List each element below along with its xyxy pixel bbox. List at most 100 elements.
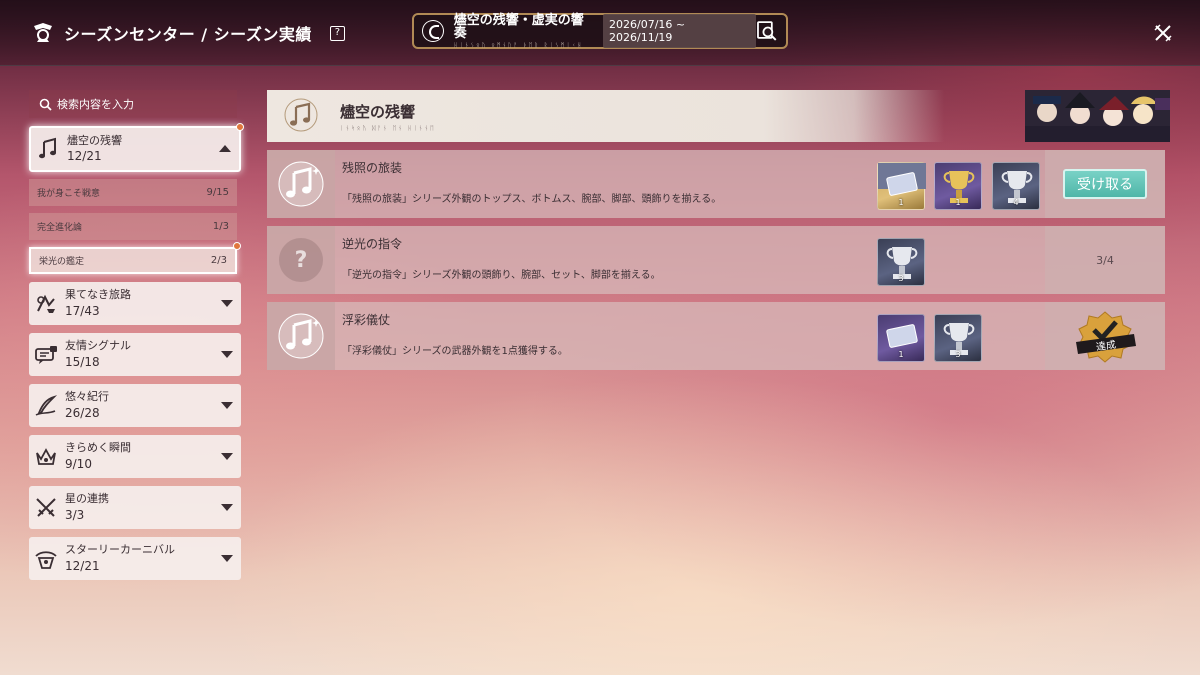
season-info-box[interactable]: 燼空の残響・虚実の響奏 ᚺᛁᚾᛊᛟᚢ ᛟᛗᚾᚢᚨ ᚦᛖᚱ ᚱᛁᛊᛗᛁᚲᚺ 202… <box>412 13 788 49</box>
music-note-icon <box>278 313 324 359</box>
crossed-swords-icon <box>36 497 56 517</box>
notification-badge <box>233 242 241 250</box>
season-subtitle: ᚺᛁᚾᛊᛟᚢ ᛟᛗᚾᚢᚨ ᚦᛖᚱ ᚱᛁᛊᛗᛁᚲᚺ <box>453 41 584 49</box>
chevron-down-icon <box>221 300 233 307</box>
achievement-row-2: ? 逆光の指令 「逆光の指令」シリーズ外観の頭飾り、腕部、セット、脚部を揃える。… <box>267 226 1165 294</box>
notification-badge <box>236 123 244 131</box>
achievement-icon-frame <box>267 150 335 218</box>
category-sidebar: 検索内容を入力 燼空の残響 12/21 我が身こそ戦意 9/15 完全進化論 1… <box>29 90 244 580</box>
banner-title: 燼空の残響 <box>340 103 416 121</box>
achievement-name: 残照の旅装 <box>342 161 403 175</box>
achievement-icon-frame: ? <box>267 226 335 294</box>
reward-quantity: 1 <box>898 350 904 359</box>
category-count: 12/21 <box>67 149 102 164</box>
achievement-progress: 3/4 <box>1096 253 1114 267</box>
search-placeholder: 検索内容を入力 <box>57 98 134 111</box>
sidebar-item-category-7[interactable]: スターリーカーニバル 12/21 <box>29 537 241 580</box>
achievement-icon-frame <box>267 302 335 370</box>
chevron-down-icon <box>221 504 233 511</box>
sidebar-item-category-2[interactable]: 果てなき旅路 17/43 <box>29 282 241 325</box>
achievement-name: 逆光の指令 <box>342 237 403 251</box>
achievement-row-1: 残照の旅装 「残照の旅装」シリーズ外観のトップス、ボトムス、腕部、脚部、頭飾りを… <box>267 150 1165 218</box>
season-name: 燼空の残響・虚実の響奏 <box>453 12 584 41</box>
sidebar-item-category-1[interactable]: 燼空の残響 12/21 <box>29 123 244 172</box>
help-button[interactable]: ? <box>329 25 345 41</box>
category-name: 果てなき旅路 <box>65 288 131 302</box>
character-group-art <box>1025 90 1170 142</box>
category-name: 悠々紀行 <box>65 390 109 404</box>
page-title: シーズンセンター / シーズン実績 <box>64 25 312 44</box>
category-name: 星の連携 <box>65 492 109 506</box>
sub-item-count: 1/3 <box>212 221 229 232</box>
music-note-icon <box>278 161 324 207</box>
category-name: 友情シグナル <box>65 339 131 353</box>
header-title-group: シーズンセンター / シーズン実績 ? <box>30 20 345 46</box>
reward-trophy-silver[interactable]: 4 <box>992 162 1040 210</box>
chevron-up-icon <box>219 145 231 152</box>
reward-ticket[interactable]: 1 <box>877 162 926 210</box>
quill-icon <box>35 394 58 416</box>
category-count: 3/3 <box>65 507 85 522</box>
achievement-desc: 「残照の旅装」シリーズ外観のトップス、ボトムス、腕部、脚部、頭飾りを揃える。 <box>342 194 722 205</box>
sidebar-item-category-3[interactable]: 友情シグナル 15/18 <box>29 333 241 376</box>
category-name: スターリーカーニバル <box>65 543 175 557</box>
chevron-down-icon <box>221 351 233 358</box>
top-bar: シーズンセンター / シーズン実績 ? 燼空の残響・虚実の響奏 ᚺᛁᚾᛊᛟᚢ ᛟ… <box>0 0 1200 66</box>
achievement-desc: 「浮彩儀仗」シリーズの武器外観を1点獲得する。 <box>342 346 568 357</box>
chevron-down-icon <box>221 402 233 409</box>
sub-item-count: 9/15 <box>206 187 229 198</box>
season-emblem-icon <box>422 20 444 42</box>
reward-trophy-silver[interactable]: 3 <box>934 314 982 362</box>
category-banner: 燼空の残響 ᛁᚾᛋᛟᚢ ᛞᚨᚾ ᛖᚾ ᚺᛁᚾᚾᛖ <box>267 90 1170 142</box>
reward-quantity: 1 <box>898 198 904 207</box>
claim-button[interactable]: 受け取る <box>1063 169 1147 199</box>
crown-icon <box>36 447 56 465</box>
sub-item-name: 栄光の鑑定 <box>39 257 85 267</box>
sub-item-3[interactable]: 栄光の鑑定 2/3 <box>29 242 241 274</box>
sub-item-name: 完全進化論 <box>37 223 83 233</box>
achievement-status-panel: 3/4 <box>1045 226 1165 294</box>
chevron-down-icon <box>221 453 233 460</box>
completed-stamp-icon: 達成 <box>1076 311 1136 363</box>
music-note-icon <box>284 98 318 132</box>
sub-item-count: 2/3 <box>210 255 227 266</box>
category-count: 12/21 <box>65 558 100 573</box>
carnival-icon <box>35 550 57 569</box>
category-count: 9/10 <box>65 456 92 471</box>
reward-trophy-silver[interactable]: 3 <box>877 238 925 286</box>
category-count: 26/28 <box>65 405 100 420</box>
season-dates: 2026/07/16 ~ 2026/11/19 <box>603 14 757 48</box>
chat-icon <box>35 345 57 364</box>
banner-subtitle: ᛁᚾᛋᛟᚢ ᛞᚨᚾ ᛖᚾ ᚺᛁᚾᚾᛖ <box>340 125 436 132</box>
achievement-desc: 「逆光の指令」シリーズ外観の頭飾り、腕部、セット、脚部を揃える。 <box>342 270 661 281</box>
reward-quantity: 4 <box>1013 198 1019 207</box>
category-name: きらめく瞬間 <box>65 441 131 455</box>
sidebar-item-category-6[interactable]: 星の連携 3/3 <box>29 486 241 529</box>
category-name: 燼空の残響 <box>67 133 122 147</box>
reward-quantity: 1 <box>955 198 961 207</box>
sidebar-item-category-4[interactable]: 悠々紀行 26/28 <box>29 384 241 427</box>
sub-item-name: 我が身こそ戦意 <box>37 189 101 199</box>
sidebar-item-category-5[interactable]: きらめく瞬間 9/10 <box>29 435 241 478</box>
reward-trophy-gold[interactable]: 1 <box>934 162 982 210</box>
category-count: 17/43 <box>65 303 100 318</box>
reward-quantity: 3 <box>898 274 904 283</box>
close-icon[interactable] <box>1152 22 1174 44</box>
reward-ticket[interactable]: 1 <box>877 314 925 362</box>
journey-icon <box>37 294 55 313</box>
category-count: 15/18 <box>65 354 100 369</box>
achievement-row-3: 浮彩儀仗 「浮彩儀仗」シリーズの武器外観を1点獲得する。 1 3 達成 <box>267 302 1165 370</box>
search-icon <box>39 98 52 111</box>
chevron-down-icon <box>221 555 233 562</box>
achievement-status-panel: 達成 <box>1045 302 1165 370</box>
sub-item-1[interactable]: 我が身こそ戦意 9/15 <box>29 179 237 206</box>
sub-item-2[interactable]: 完全進化論 1/3 <box>29 213 237 240</box>
search-input[interactable]: 検索内容を入力 <box>29 90 237 118</box>
achievement-status-panel: 受け取る <box>1045 150 1165 218</box>
search-season-icon[interactable] <box>756 20 778 42</box>
reward-quantity: 3 <box>955 350 961 359</box>
locked-question-icon: ? <box>279 238 323 282</box>
music-note-icon <box>39 137 56 159</box>
achievement-name: 浮彩儀仗 <box>342 313 391 327</box>
season-center-logo-icon <box>34 23 52 42</box>
